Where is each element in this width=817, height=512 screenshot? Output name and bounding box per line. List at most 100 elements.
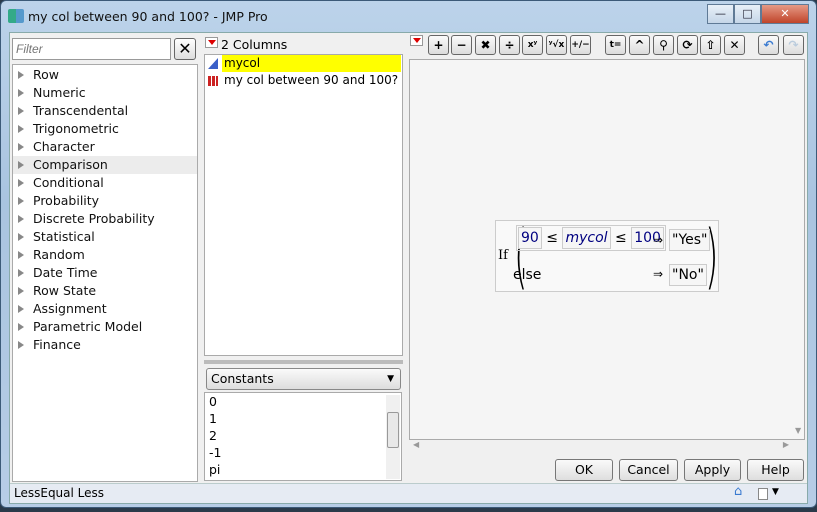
unary-button[interactable]: ⇧ bbox=[700, 35, 721, 55]
category-label: Trigonometric bbox=[33, 121, 119, 136]
window-list-icon[interactable] bbox=[758, 488, 768, 500]
add-button[interactable]: + bbox=[428, 35, 449, 55]
swap-button[interactable]: ⟳ bbox=[677, 35, 698, 55]
pane-splitter[interactable] bbox=[204, 360, 403, 364]
constant-item[interactable]: -1 bbox=[205, 444, 401, 461]
then-arrow: ⇒ bbox=[653, 233, 664, 247]
minimize-button[interactable]: — bbox=[707, 4, 734, 24]
category-label: Conditional bbox=[33, 175, 104, 190]
function-category-row[interactable]: Row bbox=[13, 66, 197, 84]
formula-expression[interactable]: If ( ) 90 ≤ mycol ≤ 100 ⇒ "Yes" else ⇒ "… bbox=[495, 215, 719, 297]
expand-triangle-icon bbox=[18, 179, 24, 187]
function-category-comparison[interactable]: Comparison bbox=[13, 156, 197, 174]
multiply-button[interactable]: ✖ bbox=[475, 35, 496, 55]
category-label: Row bbox=[33, 67, 59, 82]
expand-triangle-icon bbox=[18, 143, 24, 151]
then-value[interactable]: "Yes" bbox=[669, 229, 711, 251]
column-name: mycol bbox=[222, 55, 401, 72]
category-label: Probability bbox=[33, 193, 100, 208]
condition[interactable]: 90 ≤ mycol ≤ 100 bbox=[516, 225, 666, 251]
ok-button[interactable]: OK bbox=[555, 459, 613, 481]
filter-input[interactable] bbox=[12, 38, 171, 60]
apply-button[interactable]: Apply bbox=[684, 459, 741, 481]
expand-triangle-icon bbox=[18, 89, 24, 97]
undo-button[interactable]: ↶ bbox=[758, 35, 779, 55]
function-category-numeric[interactable]: Numeric bbox=[13, 84, 197, 102]
function-category-trigonometric[interactable]: Trigonometric bbox=[13, 120, 197, 138]
function-category-statistical[interactable]: Statistical bbox=[13, 228, 197, 246]
home-icon[interactable]: ⌂ bbox=[734, 484, 742, 499]
category-label: Random bbox=[33, 247, 85, 262]
category-label: Statistical bbox=[33, 229, 95, 244]
category-label: Discrete Probability bbox=[33, 211, 155, 226]
status-bar: LessEqual Less ⌂ ▼ bbox=[10, 483, 807, 503]
column-ref[interactable]: mycol bbox=[562, 227, 611, 249]
function-category-random[interactable]: Random bbox=[13, 246, 197, 264]
constant-item[interactable]: pi bbox=[205, 461, 401, 478]
columns-menu-icon[interactable] bbox=[205, 37, 218, 48]
constant-item[interactable]: 1 bbox=[205, 410, 401, 427]
expand-triangle-icon bbox=[18, 341, 24, 349]
clear-filter-button[interactable]: ✕ bbox=[174, 38, 196, 60]
less-equal-op: ≤ bbox=[615, 230, 627, 246]
function-category-character[interactable]: Character bbox=[13, 138, 197, 156]
expand-triangle-icon bbox=[18, 233, 24, 241]
continuous-icon bbox=[208, 58, 218, 69]
scrollbar-thumb[interactable] bbox=[387, 412, 399, 448]
horizontal-scrollbar[interactable]: ◀ ▶ bbox=[409, 440, 793, 452]
subtract-button[interactable]: − bbox=[451, 35, 472, 55]
constants-dropdown[interactable]: Constants ▼ bbox=[206, 368, 401, 390]
category-label: Character bbox=[33, 139, 95, 154]
vertical-scrollbar[interactable]: ▼ bbox=[792, 60, 805, 435]
status-text: LessEqual Less bbox=[14, 486, 105, 500]
chevron-down-icon[interactable]: ▼ bbox=[772, 487, 779, 497]
help-button[interactable]: Help bbox=[747, 459, 804, 481]
else-arrow: ⇒ bbox=[653, 267, 664, 281]
function-category-transcendental[interactable]: Transcendental bbox=[13, 102, 197, 120]
dropdown-value: Constants bbox=[211, 371, 274, 386]
else-value[interactable]: "No" bbox=[669, 264, 707, 286]
expand-triangle-icon bbox=[18, 197, 24, 205]
constant-item[interactable]: 0 bbox=[205, 393, 401, 410]
expand-triangle-icon bbox=[18, 323, 24, 331]
category-label: Comparison bbox=[33, 157, 108, 172]
expand-triangle-icon bbox=[18, 251, 24, 259]
expand-triangle-icon bbox=[18, 71, 24, 79]
expand-triangle-icon bbox=[18, 161, 24, 169]
function-category-row-state[interactable]: Row State bbox=[13, 282, 197, 300]
nominal-bar-icon bbox=[208, 76, 218, 86]
column-item-my-col-between[interactable]: my col between 90 and 100? bbox=[205, 72, 402, 89]
expand-triangle-icon bbox=[18, 125, 24, 133]
maximize-button[interactable]: □ bbox=[734, 4, 761, 24]
root-button[interactable]: ʸ√x bbox=[546, 35, 567, 55]
redo-button[interactable]: ↷ bbox=[783, 35, 804, 55]
cancel-button[interactable]: Cancel bbox=[619, 459, 678, 481]
negate-button[interactable]: +∕− bbox=[570, 35, 591, 55]
category-label: Assignment bbox=[33, 301, 107, 316]
if-keyword: If bbox=[498, 248, 508, 263]
category-label: Date Time bbox=[33, 265, 98, 280]
power-button[interactable]: xʸ bbox=[522, 35, 543, 55]
low-bound[interactable]: 90 bbox=[518, 227, 542, 249]
assign-button[interactable]: t= bbox=[605, 35, 626, 55]
close-button[interactable]: ✕ bbox=[761, 4, 809, 24]
constants-scrollbar[interactable] bbox=[386, 395, 400, 479]
column-item-mycol[interactable]: mycol bbox=[205, 55, 402, 72]
raise-button[interactable]: ^ bbox=[629, 35, 650, 55]
divide-button[interactable]: ÷ bbox=[499, 35, 520, 55]
constant-item[interactable]: 2 bbox=[205, 427, 401, 444]
category-label: Finance bbox=[33, 337, 81, 352]
app-icon bbox=[8, 9, 24, 23]
formula-menu-icon[interactable] bbox=[410, 35, 423, 46]
function-category-conditional[interactable]: Conditional bbox=[13, 174, 197, 192]
function-category-probability[interactable]: Probability bbox=[13, 192, 197, 210]
less-equal-op: ≤ bbox=[546, 230, 559, 246]
function-category-finance[interactable]: Finance bbox=[13, 336, 197, 354]
function-category-parametric-model[interactable]: Parametric Model bbox=[13, 318, 197, 336]
columns-header: 2 Columns bbox=[221, 37, 288, 52]
function-category-assignment[interactable]: Assignment bbox=[13, 300, 197, 318]
function-category-date-time[interactable]: Date Time bbox=[13, 264, 197, 282]
delete-button[interactable]: ✕ bbox=[724, 35, 745, 55]
function-category-discrete-probability[interactable]: Discrete Probability bbox=[13, 210, 197, 228]
peel-button[interactable]: ⚲ bbox=[653, 35, 674, 55]
